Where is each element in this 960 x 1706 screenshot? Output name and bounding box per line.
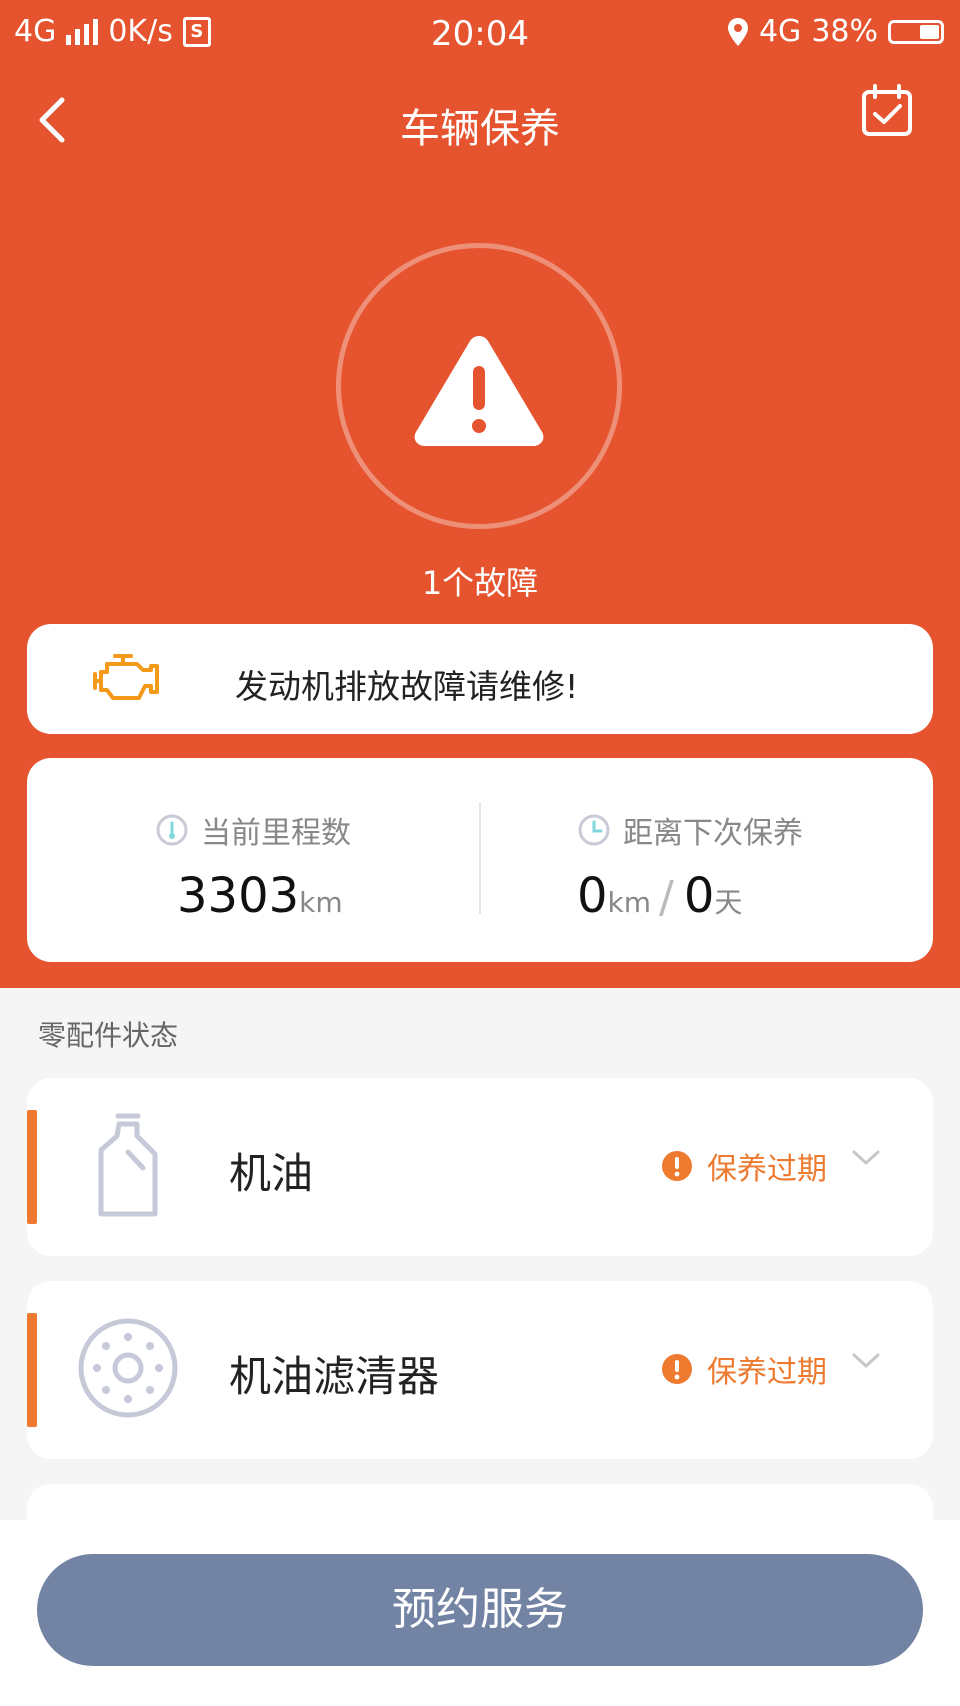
- speedometer-icon: [156, 814, 188, 846]
- alert-icon: [662, 1151, 692, 1181]
- oil-bottle-icon: [98, 1113, 158, 1217]
- part-accent-bar: [27, 1313, 37, 1427]
- part-status-text: 保养过期: [707, 1355, 827, 1390]
- status-right: 4G 38%: [727, 14, 944, 49]
- next-service-days: 0: [683, 868, 715, 924]
- current-mileage-value: 3303: [177, 868, 300, 924]
- part-item-oil-filter[interactable]: 机油滤清器 保养过期: [27, 1281, 933, 1459]
- current-mileage-label: 当前里程数: [201, 816, 351, 851]
- calendar-check-icon[interactable]: [860, 84, 916, 140]
- chevron-down-icon[interactable]: [851, 1351, 881, 1371]
- next-service-label: 距离下次保养: [623, 816, 803, 851]
- fault-count: 1个故障: [421, 564, 539, 602]
- location-icon: [727, 17, 748, 46]
- current-mileage-unit: km: [299, 886, 343, 919]
- network-type-right: 4G: [758, 14, 802, 49]
- battery-icon: [888, 19, 944, 44]
- next-service: 距离下次保养 0 km / 0 天: [577, 808, 960, 924]
- page-title: 车辆保养: [400, 106, 560, 152]
- status-bar: 4G 0K/s S 20:04 4G 38%: [0, 0, 960, 66]
- alert-icon: [662, 1354, 692, 1384]
- next-service-km: 0: [577, 868, 608, 924]
- value-separator: /: [659, 872, 674, 923]
- part-status-text: 保养过期: [707, 1152, 827, 1187]
- oil-filter-icon: [78, 1318, 178, 1418]
- next-service-km-unit: km: [607, 886, 652, 919]
- part-item-engine-oil[interactable]: 机油 保养过期: [27, 1078, 933, 1256]
- book-service-button[interactable]: 预约服务: [37, 1554, 923, 1666]
- current-mileage: 当前里程数 3303 km: [155, 808, 575, 924]
- part-name: 机油: [229, 1149, 314, 1198]
- clock-icon: [578, 814, 610, 846]
- chevron-down-icon[interactable]: [851, 1148, 881, 1168]
- fault-message: 发动机排放故障请维修!: [235, 667, 579, 706]
- next-service-days-unit: 天: [714, 886, 743, 919]
- part-name: 机油滤清器: [229, 1352, 440, 1401]
- fault-card[interactable]: 发动机排放故障请维修!: [27, 624, 933, 734]
- warning-icon: [414, 336, 544, 446]
- nav-bar: 车辆保养: [0, 70, 960, 170]
- part-status: 保养过期: [661, 1347, 827, 1391]
- part-accent-bar: [27, 1110, 37, 1224]
- engine-icon: [93, 654, 159, 700]
- battery-percent: 38%: [811, 14, 878, 49]
- part-status: 保养过期: [661, 1144, 827, 1188]
- mileage-card: 当前里程数 3303 km 距离下次保养 0 km / 0 天: [27, 758, 933, 962]
- parts-section-title: 零配件状态: [38, 1019, 179, 1052]
- metric-divider: [479, 802, 481, 914]
